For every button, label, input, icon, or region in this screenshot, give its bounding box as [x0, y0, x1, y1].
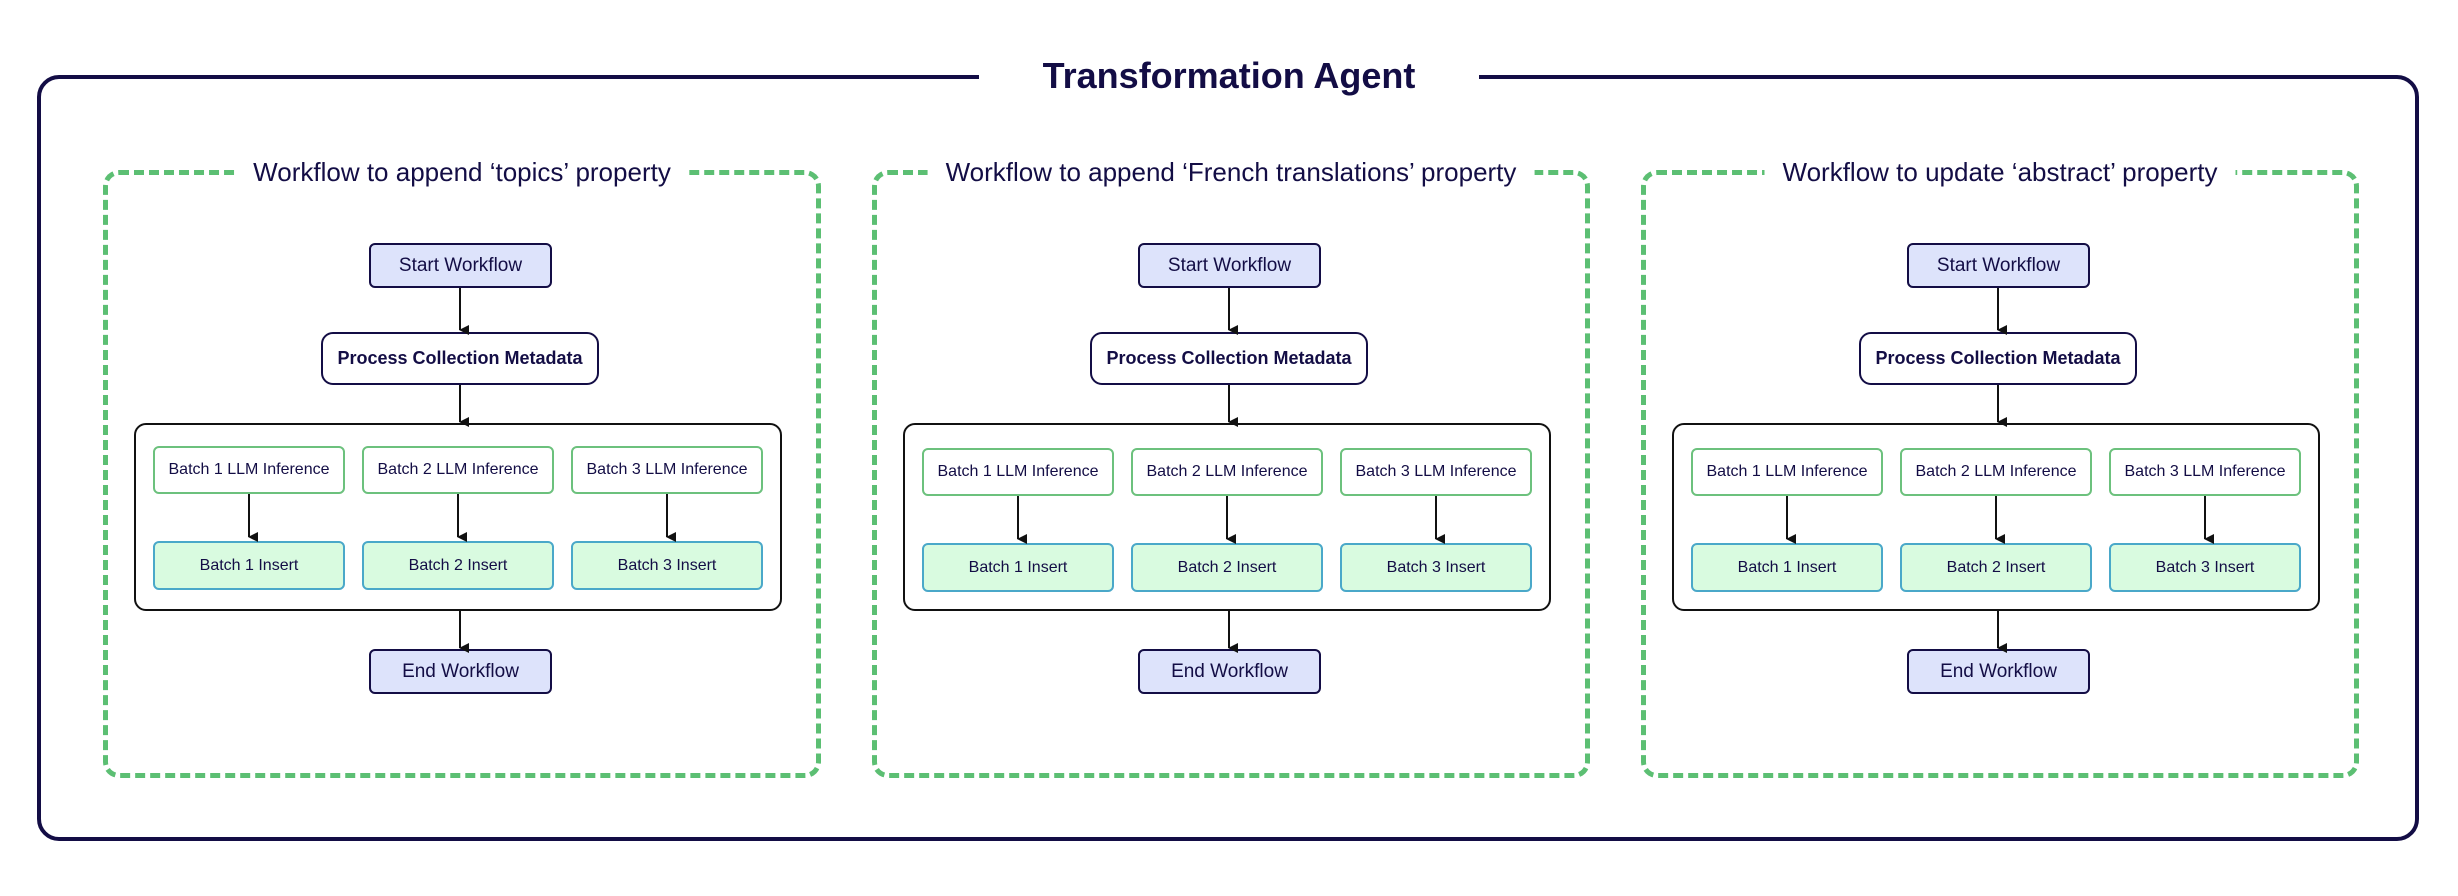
diagram-title: Transformation Agent — [979, 48, 1479, 104]
llm-inference-node[interactable]: Batch 3 LLM Inference — [2109, 448, 2301, 496]
batch-insert-node[interactable]: Batch 2 Insert — [1900, 543, 2092, 592]
end-workflow-node[interactable]: End Workflow — [1907, 649, 2090, 694]
workflow-title: Workflow to append ‘French translations’… — [927, 150, 1535, 194]
llm-inference-node[interactable]: Batch 2 LLM Inference — [1131, 448, 1323, 496]
start-workflow-node[interactable]: Start Workflow — [1907, 243, 2090, 288]
end-workflow-node[interactable]: End Workflow — [369, 649, 552, 694]
llm-inference-node[interactable]: Batch 1 LLM Inference — [1691, 448, 1883, 496]
llm-inference-node[interactable]: Batch 2 LLM Inference — [362, 446, 554, 494]
workflow-title: Workflow to update ‘abstract’ property — [1764, 150, 2236, 194]
workflow-title: Workflow to append ‘topics’ property — [235, 150, 689, 194]
process-collection-metadata-node[interactable]: Process Collection Metadata — [1090, 332, 1368, 385]
end-workflow-node[interactable]: End Workflow — [1138, 649, 1321, 694]
batch-insert-node[interactable]: Batch 3 Insert — [1340, 543, 1532, 592]
batch-insert-node[interactable]: Batch 1 Insert — [1691, 543, 1883, 592]
batch-insert-node[interactable]: Batch 1 Insert — [922, 543, 1114, 592]
batch-insert-node[interactable]: Batch 2 Insert — [1131, 543, 1323, 592]
llm-inference-node[interactable]: Batch 3 LLM Inference — [571, 446, 763, 494]
batch-insert-node[interactable]: Batch 3 Insert — [2109, 543, 2301, 592]
batch-insert-node[interactable]: Batch 1 Insert — [153, 541, 345, 590]
llm-inference-node[interactable]: Batch 1 LLM Inference — [153, 446, 345, 494]
start-workflow-node[interactable]: Start Workflow — [369, 243, 552, 288]
llm-inference-node[interactable]: Batch 1 LLM Inference — [922, 448, 1114, 496]
process-collection-metadata-node[interactable]: Process Collection Metadata — [1859, 332, 2137, 385]
llm-inference-node[interactable]: Batch 3 LLM Inference — [1340, 448, 1532, 496]
llm-inference-node[interactable]: Batch 2 LLM Inference — [1900, 448, 2092, 496]
process-collection-metadata-node[interactable]: Process Collection Metadata — [321, 332, 599, 385]
start-workflow-node[interactable]: Start Workflow — [1138, 243, 1321, 288]
batch-insert-node[interactable]: Batch 3 Insert — [571, 541, 763, 590]
batch-insert-node[interactable]: Batch 2 Insert — [362, 541, 554, 590]
